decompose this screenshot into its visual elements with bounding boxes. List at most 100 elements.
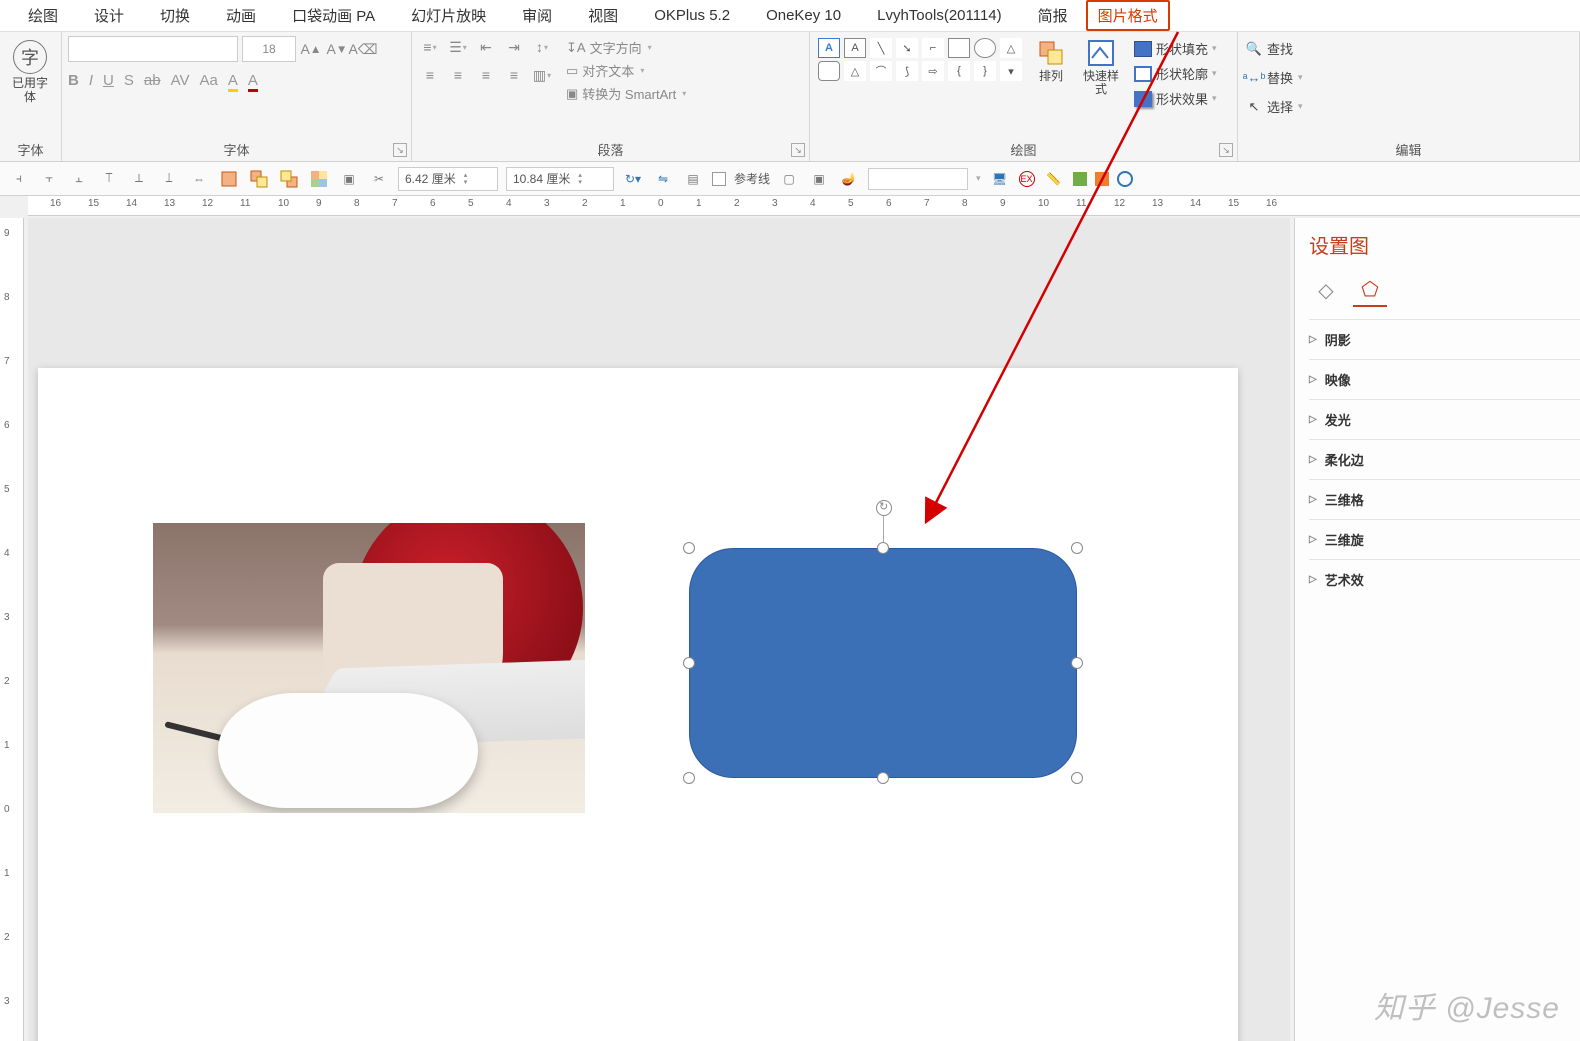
effects-tab-icon[interactable]: ⬠ (1353, 273, 1387, 307)
ruler-icon[interactable]: 📏 (1043, 168, 1065, 190)
selected-rounded-rect[interactable] (689, 548, 1077, 778)
handle-top-mid[interactable] (877, 542, 889, 554)
align-top-icon[interactable]: ⟙ (98, 168, 120, 190)
align-text-button[interactable]: ▭对齐文本▾ (566, 59, 686, 82)
green-sq-icon[interactable] (1073, 172, 1087, 186)
shape-rarrow-icon[interactable]: ⇨ (922, 61, 944, 81)
tab-slideshow[interactable]: 幻灯片放映 (393, 0, 504, 31)
columns-button[interactable]: ▥▾ (530, 64, 554, 86)
select-button[interactable]: ↖选择▾ (1244, 94, 1305, 119)
tab-view[interactable]: 视图 (570, 0, 636, 31)
bold-button[interactable]: B (68, 72, 79, 89)
shape-tri-icon[interactable]: △ (844, 61, 866, 81)
tab-picture-format[interactable]: 图片格式 (1086, 0, 1170, 31)
align-right-button[interactable]: ≡ (474, 64, 498, 86)
section-shadow[interactable]: ▷阴影 (1309, 319, 1580, 359)
shapes-gallery[interactable]: A A ╲ ➘ ⌐ △ △ ⌒ ⟆ ⇨ { } ▾ (816, 36, 1024, 83)
text-direction-button[interactable]: ↧A文字方向▾ (566, 36, 686, 59)
section-3dformat[interactable]: ▷三维格 (1309, 479, 1580, 519)
clear-format-icon[interactable]: A⌫ (352, 38, 374, 60)
handle-bot-right[interactable] (1071, 772, 1083, 784)
width-input[interactable]: 6.42 厘米▴▾ (398, 167, 498, 191)
handle-top-right[interactable] (1071, 542, 1083, 554)
bullets-button[interactable]: ≡▾ (418, 36, 442, 58)
shape-more-icon[interactable]: ▾ (1000, 61, 1022, 81)
shape-rbrace-icon[interactable]: } (974, 61, 996, 81)
underline-button[interactable]: U (103, 72, 114, 89)
shape-line-icon[interactable]: ╲ (870, 38, 892, 58)
distribute-h-icon[interactable]: ⇔ (188, 168, 210, 190)
tab-review[interactable]: 审阅 (504, 0, 570, 31)
font-launcher-icon[interactable]: ↘ (393, 143, 407, 157)
section-reflection[interactable]: ▷映像 (1309, 359, 1580, 399)
color-combo[interactable] (868, 168, 968, 190)
handle-mid-left[interactable] (683, 657, 695, 669)
shape-effects-button[interactable]: 形状效果▾ (1132, 86, 1219, 111)
align-bottom-icon[interactable]: ⟘ (158, 168, 180, 190)
section-glow[interactable]: ▷发光 (1309, 399, 1580, 439)
shape-lbrace-icon[interactable]: { (948, 61, 970, 81)
slide-workspace[interactable] (28, 218, 1290, 1041)
shape-oval-icon[interactable] (974, 38, 996, 58)
section-softedge[interactable]: ▷柔化边 (1309, 439, 1580, 479)
shape-connector-icon[interactable]: ⌐ (922, 38, 944, 58)
shape-curve-icon[interactable]: ⟆ (896, 61, 918, 81)
convert-smartart-button[interactable]: ▣转换为 SmartArt▾ (566, 82, 686, 105)
find-button[interactable]: 🔍查找 (1244, 36, 1295, 61)
tab-okplus[interactable]: OKPlus 5.2 (636, 2, 748, 29)
font-color-button[interactable]: A (248, 72, 258, 89)
shadow-button[interactable]: S (124, 72, 134, 89)
shape-textbox-icon[interactable]: A (818, 38, 840, 58)
align-center-button[interactable]: ≡ (446, 64, 470, 86)
used-fonts-button[interactable]: 字 已用字 体 (6, 36, 54, 108)
handle-mid-right[interactable] (1071, 657, 1083, 669)
quick-style-button[interactable]: 快速样式 (1078, 36, 1124, 98)
line-spacing-button[interactable]: ↕▾ (530, 36, 554, 58)
decrease-font-icon[interactable]: A▼ (326, 38, 348, 60)
tab-brief[interactable]: 简报 (1020, 0, 1086, 31)
change-case-button[interactable]: Aa (199, 72, 217, 89)
fill-tab-icon[interactable]: ◇ (1309, 273, 1343, 307)
tab-onekey[interactable]: OneKey 10 (748, 2, 859, 29)
align-center-h-icon[interactable]: ⫟ (38, 168, 60, 190)
layer4-icon[interactable] (308, 168, 330, 190)
align-middle-icon[interactable]: ⟂ (128, 168, 150, 190)
align-left-edge-icon[interactable]: ⫞ (8, 168, 30, 190)
tab-lvyhtools[interactable]: LvyhTools(201114) (859, 2, 1020, 29)
tab-transition[interactable]: 切换 (142, 0, 208, 31)
orange-sq-icon[interactable] (1095, 172, 1109, 186)
highlight-color-button[interactable]: A (228, 72, 238, 89)
shape-vtext-icon[interactable]: A (844, 38, 866, 58)
tab-draw[interactable]: 绘图 (10, 0, 76, 31)
section-artistic[interactable]: ▷艺术效 (1309, 559, 1580, 599)
crop-icon[interactable]: ✂ (368, 168, 390, 190)
handle-bot-left[interactable] (683, 772, 695, 784)
blue-circle-icon[interactable] (1117, 171, 1133, 187)
align-justify-button[interactable]: ≡ (502, 64, 526, 86)
layer2-icon[interactable] (248, 168, 270, 190)
lamp-icon[interactable]: 🪔 (838, 168, 860, 190)
shape-up-icon[interactable]: △ (1000, 38, 1022, 58)
layer1-icon[interactable] (218, 168, 240, 190)
flip-h-icon[interactable]: ⇋ (652, 168, 674, 190)
increase-font-icon[interactable]: A▲ (300, 38, 322, 60)
align-right-edge-icon[interactable]: ⫠ (68, 168, 90, 190)
selection-pane-icon[interactable]: ▤ (682, 168, 704, 190)
tab-design[interactable]: 设计 (76, 0, 142, 31)
rotate-icon[interactable]: ↻▾ (622, 168, 644, 190)
group-icon[interactable]: ▣ (338, 168, 360, 190)
numbering-button[interactable]: ☰▾ (446, 36, 470, 58)
shape-outline-button[interactable]: 形状轮廓▾ (1132, 61, 1219, 86)
align-left-button[interactable]: ≡ (418, 64, 442, 86)
tab-animation[interactable]: 动画 (208, 0, 274, 31)
red-ex-icon[interactable]: EX (1019, 171, 1035, 187)
indent-dec-button[interactable]: ⇤ (474, 36, 498, 58)
shape-roundrect-icon[interactable] (818, 61, 840, 81)
shape-rect-icon[interactable] (948, 38, 970, 58)
strike-button[interactable]: ab (144, 72, 161, 89)
shape-arc-icon[interactable]: ⌒ (870, 61, 892, 81)
guides-checkbox[interactable] (712, 172, 726, 186)
layer3-icon[interactable] (278, 168, 300, 190)
shape-arrow-icon[interactable]: ➘ (896, 38, 918, 58)
slide-canvas[interactable] (38, 368, 1238, 1041)
